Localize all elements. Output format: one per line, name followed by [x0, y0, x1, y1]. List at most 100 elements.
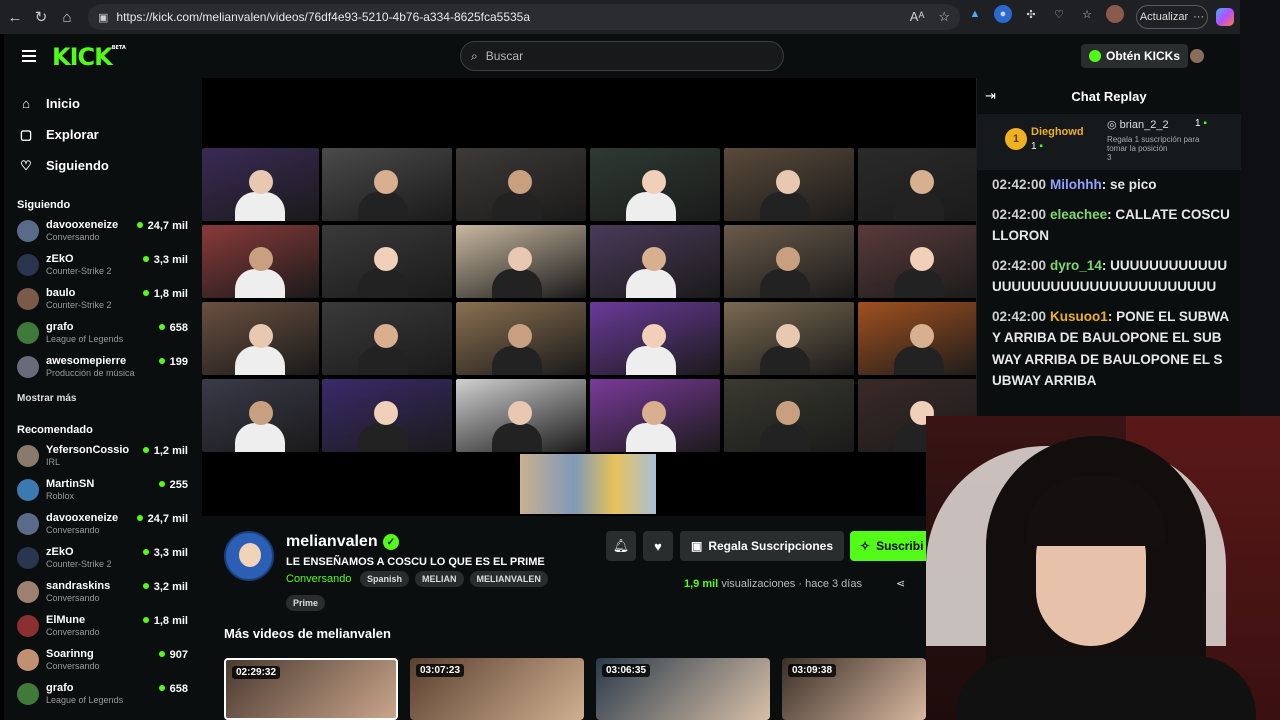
copilot-icon[interactable]: [1216, 8, 1234, 26]
webcam-tile: [858, 302, 988, 375]
channel-category: Counter-Strike 2: [46, 300, 112, 310]
performance-icon[interactable]: ♡: [1050, 5, 1068, 23]
message-user[interactable]: dyro_14: [1050, 258, 1102, 273]
update-label: Actualizar: [1139, 11, 1189, 23]
address-bar[interactable]: ▣ https://kick.com/melianvalen/videos/76…: [88, 4, 960, 30]
profile-avatar[interactable]: [1106, 5, 1124, 23]
share-icon[interactable]: ⋖: [896, 577, 905, 590]
webcam-tile: [202, 225, 319, 298]
notifications-bell-icon[interactable]: 🔔︎: [606, 531, 636, 561]
video-player[interactable]: [202, 88, 988, 516]
leader-name[interactable]: Dieghowd: [1031, 126, 1084, 138]
back-icon[interactable]: ←: [2, 4, 28, 30]
explore-icon: ▢: [19, 126, 33, 142]
channel-name[interactable]: melianvalen: [286, 533, 378, 551]
video-thumbnail[interactable]: 02:29:32: [224, 658, 398, 720]
follow-heart-icon[interactable]: ♥: [643, 531, 673, 561]
extension-icon[interactable]: ●: [994, 5, 1012, 23]
tag-list: Spanish MELIAN MELIANVALEN: [360, 571, 548, 587]
chat-panel: ⇥ Chat Replay 1 Dieghowd 1 ▪ ◎ brian_2_2…: [976, 78, 1241, 416]
gift-icon: ▣: [690, 539, 703, 553]
puzzle-icon[interactable]: ✣: [1022, 5, 1040, 23]
site-info-icon[interactable]: ▣: [98, 11, 108, 24]
search-icon: ⌕: [471, 48, 478, 63]
channel-item[interactable]: davooxeneize Conversando 24,7 mil: [4, 508, 202, 542]
update-button[interactable]: Actualizar ···: [1136, 5, 1208, 29]
chat-header: ⇥ Chat Replay: [977, 78, 1241, 114]
show-more-link[interactable]: Mostrar más: [4, 393, 202, 404]
favorites-icon[interactable]: ☆: [1078, 5, 1096, 23]
favorite-star-icon[interactable]: ☆: [938, 9, 950, 25]
tag[interactable]: MELIAN: [415, 571, 464, 587]
channel-item[interactable]: grafo League of Legends 658: [4, 678, 202, 712]
channel-item[interactable]: sandraskins Conversando 3,2 mil: [4, 576, 202, 610]
video-duration: 03:09:38: [788, 664, 837, 677]
subscribe-label: Suscribi: [876, 539, 924, 553]
get-kicks-button[interactable]: Obtén KICKs: [1081, 44, 1189, 68]
channel-item[interactable]: zEkO Counter-Strike 2 3,3 mil: [4, 249, 202, 283]
webcam-tile: [724, 302, 854, 375]
video-thumbnail[interactable]: 03:07:23: [410, 658, 584, 720]
viewer-count: 255: [159, 479, 188, 491]
gift-leaderboard: 1 Dieghowd 1 ▪ ◎ brian_2_2 1 ▪ Regala 1 …: [977, 114, 1241, 170]
webcam-tile: [590, 225, 720, 298]
category-link[interactable]: Conversando: [286, 573, 351, 585]
home-browser-icon[interactable]: ⌂: [54, 4, 80, 30]
viewer-count: 1,8 mil: [143, 615, 188, 627]
video-duration: 03:06:35: [602, 664, 651, 677]
url-text: https://kick.com/melianvalen/videos/76df…: [116, 10, 531, 24]
channel-item[interactable]: awesomepierre Producción de música 199: [4, 351, 202, 385]
viewer-count: 3,3 mil: [143, 254, 188, 266]
webcam-tile: [724, 148, 854, 221]
message-time: 02:42:00: [992, 308, 1047, 324]
tag[interactable]: MELIANVALEN: [469, 571, 548, 587]
views-label: visualizaciones: [721, 578, 796, 590]
message-user[interactable]: Milohhh: [1050, 177, 1102, 192]
avatar: [17, 649, 39, 671]
video-thumbnail[interactable]: 03:06:35: [596, 658, 770, 720]
channel-item[interactable]: YefersonCossio IRL 1,2 mil: [4, 440, 202, 474]
channel-avatar[interactable]: [224, 531, 274, 581]
channel-item[interactable]: grafo League of Legends 658: [4, 317, 202, 351]
channel-item[interactable]: baulo Counter-Strike 2 1,8 mil: [4, 283, 202, 317]
rank-1-badge-icon: 1: [1005, 128, 1027, 150]
channel-item[interactable]: zEkO Counter-Strike 2 3,3 mil: [4, 542, 202, 576]
message-user[interactable]: eleachee: [1050, 207, 1107, 222]
webcam-overlay: [926, 416, 1280, 720]
leader-name[interactable]: ◎ brian_2_2: [1107, 118, 1169, 131]
gift-subs-button[interactable]: ▣ Regala Suscripciones: [680, 531, 844, 561]
viewer-count: 199: [159, 356, 188, 368]
search-input[interactable]: ⌕ Buscar: [460, 41, 784, 71]
nav-siguiendo[interactable]: ♡ Siguiendo: [4, 150, 202, 181]
read-aloud-icon[interactable]: Aᴬ: [910, 9, 925, 25]
webcam-tile: [858, 225, 988, 298]
webcam-tile: [322, 379, 452, 452]
verified-icon: ✓: [383, 534, 399, 550]
nav-explorar[interactable]: ▢ Explorar: [4, 119, 202, 150]
webcam-tile: [202, 379, 319, 452]
channel-item[interactable]: Soarinng Conversando 907: [4, 644, 202, 678]
channel-item[interactable]: davooxeneize Conversando 24,7 mil: [4, 215, 202, 249]
avatar: [17, 581, 39, 603]
channel-category: League of Legends: [46, 695, 124, 705]
message-user[interactable]: Kusuoo1: [1050, 309, 1108, 324]
extension-icon[interactable]: ▲: [966, 5, 984, 23]
message-time: 02:42:00: [992, 257, 1047, 273]
webcam-tile: [858, 148, 988, 221]
get-kicks-label: Obtén KICKs: [1106, 49, 1181, 63]
webcam-tile: [456, 379, 586, 452]
kick-logo[interactable]: KICKBETA: [52, 43, 126, 71]
user-avatar[interactable]: [1190, 49, 1204, 63]
refresh-icon[interactable]: ↻: [28, 4, 54, 30]
chat-message: 02:42:00 dyro_14: UUUUUUUUUUUUUUUUUUUUUUU…: [992, 257, 1228, 295]
tag[interactable]: Prime: [286, 595, 326, 611]
video-thumbnail[interactable]: 03:09:38: [782, 658, 926, 720]
channel-item[interactable]: MartinSN Roblox 255: [4, 474, 202, 508]
channel-item[interactable]: ElMune Conversando 1,8 mil: [4, 610, 202, 644]
more-icon: ···: [1193, 11, 1205, 23]
channel-category: League of Legends: [46, 334, 124, 344]
menu-icon[interactable]: [22, 50, 36, 62]
nav-inicio[interactable]: ⌂ Inicio: [4, 88, 202, 119]
tag[interactable]: Spanish: [360, 571, 410, 587]
avatar: [17, 322, 39, 344]
